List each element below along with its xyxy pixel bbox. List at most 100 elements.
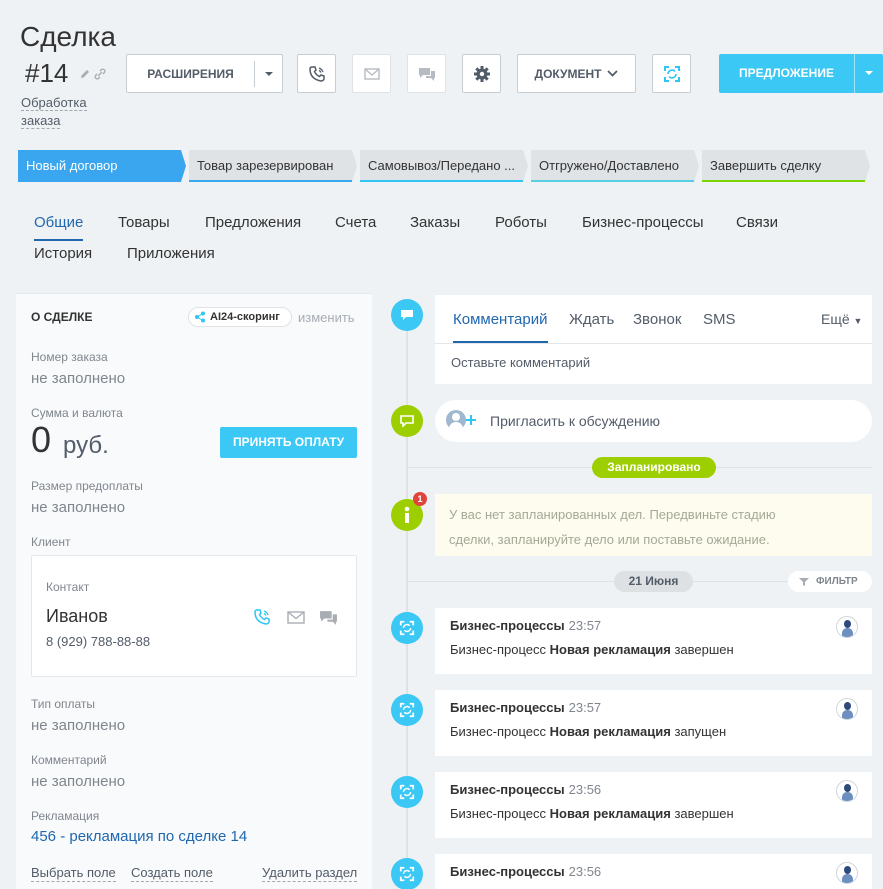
amount-value[interactable]: 0 — [31, 420, 51, 460]
order-number-value[interactable]: не заполнено — [31, 370, 125, 387]
currency-value: руб. — [63, 432, 109, 459]
business-process-button[interactable] — [652, 54, 691, 93]
process-icon — [399, 620, 415, 636]
pencil-icon[interactable] — [79, 68, 91, 80]
avatar[interactable] — [836, 862, 858, 884]
phone-icon[interactable] — [253, 608, 271, 626]
avatar[interactable] — [836, 780, 858, 802]
envelope-icon[interactable] — [287, 611, 305, 624]
chevron-down-icon[interactable] — [864, 70, 874, 76]
page-title: Сделка — [20, 21, 116, 52]
event-body: Бизнес-процесс Новая рекламация завершен — [450, 806, 734, 821]
tab-invoices[interactable]: Счета — [335, 213, 376, 233]
panel-title: О СДЕЛКЕ — [31, 310, 93, 324]
tab-sms[interactable]: SMS — [703, 311, 736, 328]
tab-offers[interactable]: Предложения — [205, 213, 301, 233]
comment-value[interactable]: не заполнено — [31, 773, 125, 790]
stage-label: Завершить сделку — [710, 158, 822, 173]
extensions-button[interactable]: РАСШИРЕНИЯ — [126, 54, 283, 93]
event-time: 23:56 — [568, 782, 602, 797]
chat-icon — [418, 67, 435, 81]
comment-input[interactable]: Оставьте комментарий — [451, 355, 590, 370]
email-button[interactable] — [352, 54, 391, 93]
create-field-link[interactable]: Создать поле — [131, 865, 213, 882]
avatar[interactable] — [836, 698, 858, 720]
settings-button[interactable] — [462, 54, 501, 93]
ai-nodes-icon — [195, 311, 205, 323]
offer-label: ПРЕДЛОЖЕНИЕ — [739, 66, 834, 80]
tab-general[interactable]: Общие — [34, 213, 83, 233]
prepay-value[interactable]: не заполнено — [31, 499, 125, 516]
timeline-event: Бизнес-процессы 23:57 Бизнес-процесс Нова… — [435, 608, 872, 674]
stage-pickup[interactable]: Самовывоз/Передано ... — [360, 150, 531, 182]
current-stage-label[interactable]: Обработка заказа — [21, 94, 101, 130]
event-status: запущен — [674, 724, 727, 739]
delete-section-link[interactable]: Удалить раздел — [262, 865, 358, 882]
paytype-label: Тип оплаты — [31, 697, 96, 711]
claim-label: Рекламация — [31, 809, 100, 823]
accept-payment-button[interactable]: ПРИНЯТЬ ОПЛАТУ — [220, 427, 357, 458]
chat-button[interactable] — [407, 54, 446, 93]
event-time: 23:56 — [568, 864, 602, 879]
stage-new-contract[interactable]: Новый договор — [18, 150, 189, 182]
active-tab-indicator — [34, 239, 83, 241]
select-field-link[interactable]: Выбрать поле — [31, 865, 116, 882]
extensions-label: РАСШИРЕНИЯ — [147, 66, 234, 81]
comment-label: Комментарий — [31, 753, 107, 767]
tab-robots[interactable]: Роботы — [495, 213, 547, 233]
chevron-down-icon[interactable] — [264, 71, 274, 77]
tab-apps[interactable]: Приложения — [127, 244, 215, 264]
editor-divider — [435, 343, 872, 344]
event-status: завершен — [674, 642, 734, 657]
process-dot — [391, 776, 423, 808]
contact-name[interactable]: Иванов — [46, 606, 108, 627]
event-header: Бизнес-процессы 23:57 — [450, 618, 601, 633]
more-menu[interactable]: Ещё ▼ — [821, 311, 862, 327]
tab-business-processes[interactable]: Бизнес-процессы — [582, 213, 704, 233]
sum-label: Сумма и валюта — [31, 406, 123, 420]
event-header: Бизнес-процессы 23:56 — [450, 782, 601, 797]
event-process-name[interactable]: Новая рекламация — [550, 806, 671, 821]
event-title: Бизнес-процессы — [450, 864, 565, 879]
paytype-value[interactable]: не заполнено — [31, 717, 125, 734]
stage-reserved[interactable]: Товар зарезервирован — [189, 150, 360, 182]
timeline-event: Бизнес-процессы 23:57 Бизнес-процесс Нова… — [435, 690, 872, 756]
tab-products[interactable]: Товары — [118, 213, 170, 233]
link-icon[interactable] — [94, 68, 106, 80]
edit-section-link[interactable]: изменить — [298, 310, 355, 325]
claim-link[interactable]: 456 - рекламация по сделке 14 — [31, 828, 247, 845]
stage-complete[interactable]: Завершить сделку — [702, 150, 873, 182]
event-process-name[interactable]: Новая рекламация — [550, 642, 671, 657]
offer-button[interactable]: ПРЕДЛОЖЕНИЕ — [719, 54, 883, 93]
date-badge: 21 Июня — [614, 571, 693, 592]
gear-icon — [473, 65, 490, 82]
envelope-icon — [363, 67, 380, 80]
tab-comment[interactable]: Комментарий — [453, 311, 547, 328]
contact-label: Контакт — [46, 580, 90, 594]
contact-phone[interactable]: 8 (929) 788-88-88 — [46, 634, 150, 649]
tab-history[interactable]: История — [34, 244, 92, 264]
tab-wait[interactable]: Ждать — [569, 311, 614, 328]
stage-shipped[interactable]: Отгружено/Доставлено — [531, 150, 702, 182]
comment-dot — [391, 299, 423, 331]
chat-icon[interactable] — [319, 609, 338, 626]
event-time: 23:57 — [568, 700, 602, 715]
call-button[interactable] — [297, 54, 336, 93]
funnel-icon — [799, 578, 809, 586]
document-button[interactable]: ДОКУМЕНТ — [517, 54, 636, 93]
tab-call[interactable]: Звонок — [633, 311, 681, 328]
stage-label: Новый договор — [26, 158, 118, 173]
stage-label: Товар зарезервирован — [197, 158, 334, 173]
deal-number: #14 — [25, 58, 69, 88]
event-body: Бизнес-процесс Новая рекламация запущен — [450, 724, 726, 739]
notification-badge: 1 — [413, 492, 427, 506]
event-prefix: Бизнес-процесс — [450, 724, 547, 739]
avatar[interactable] — [836, 616, 858, 638]
tab-orders[interactable]: Заказы — [410, 213, 460, 233]
plus-icon[interactable] — [465, 414, 477, 426]
process-icon — [399, 866, 415, 882]
event-process-name[interactable]: Новая рекламация — [550, 724, 671, 739]
stage-label: Самовывоз/Передано ... — [368, 158, 516, 173]
tab-links[interactable]: Связи — [736, 213, 778, 233]
stage-label: Отгружено/Доставлено — [539, 158, 680, 173]
